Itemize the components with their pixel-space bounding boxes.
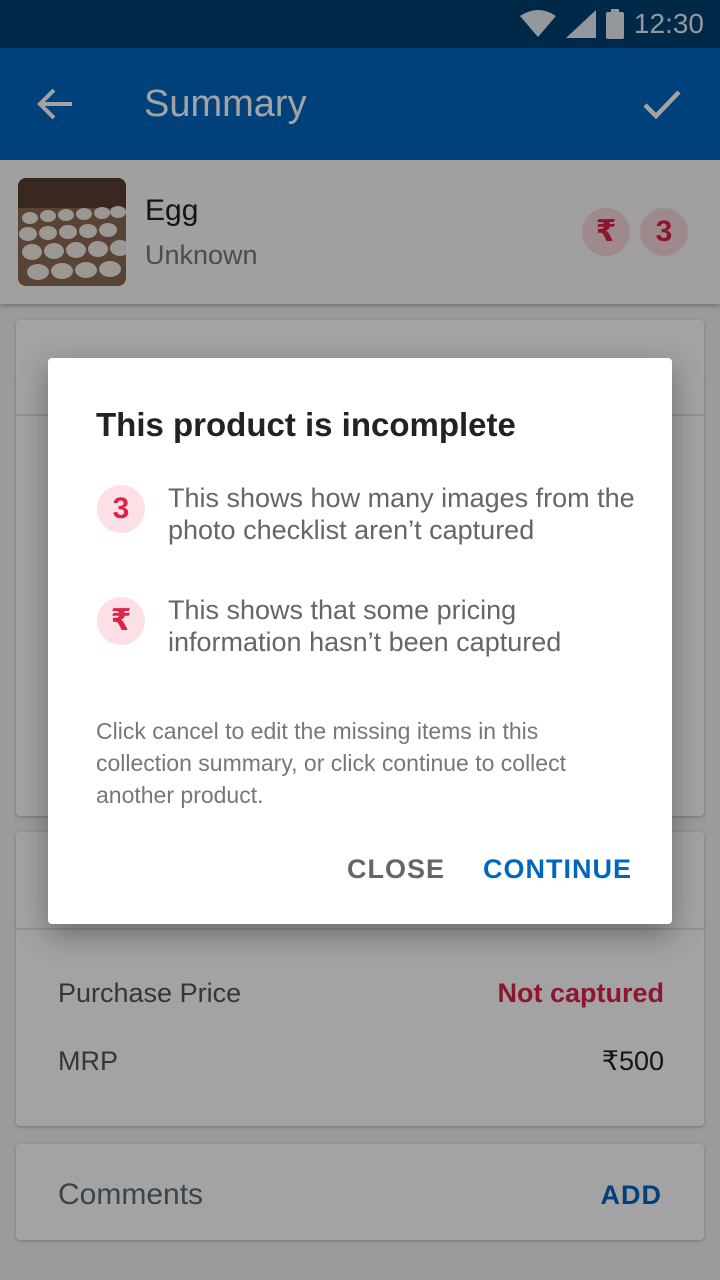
info-item-text: This shows that some pricing information… [168, 595, 562, 657]
dialog-title: This product is incomplete [96, 406, 516, 443]
screen: 12:30 Summary Egg Unknown ₹ 3 Purchase P… [0, 0, 720, 1280]
missing-images-badge: 3 [97, 485, 145, 533]
close-button[interactable]: CLOSE [347, 854, 445, 885]
dialog-actions: CLOSE CONTINUE [347, 854, 632, 885]
continue-button[interactable]: CONTINUE [483, 854, 632, 885]
info-item-text: This shows how many images from the phot… [168, 483, 635, 545]
incomplete-product-dialog: This product is incomplete 3 This shows … [48, 358, 672, 924]
pricing-missing-badge: ₹ [97, 597, 145, 645]
dialog-body: Click cancel to edit the missing items i… [96, 718, 566, 808]
